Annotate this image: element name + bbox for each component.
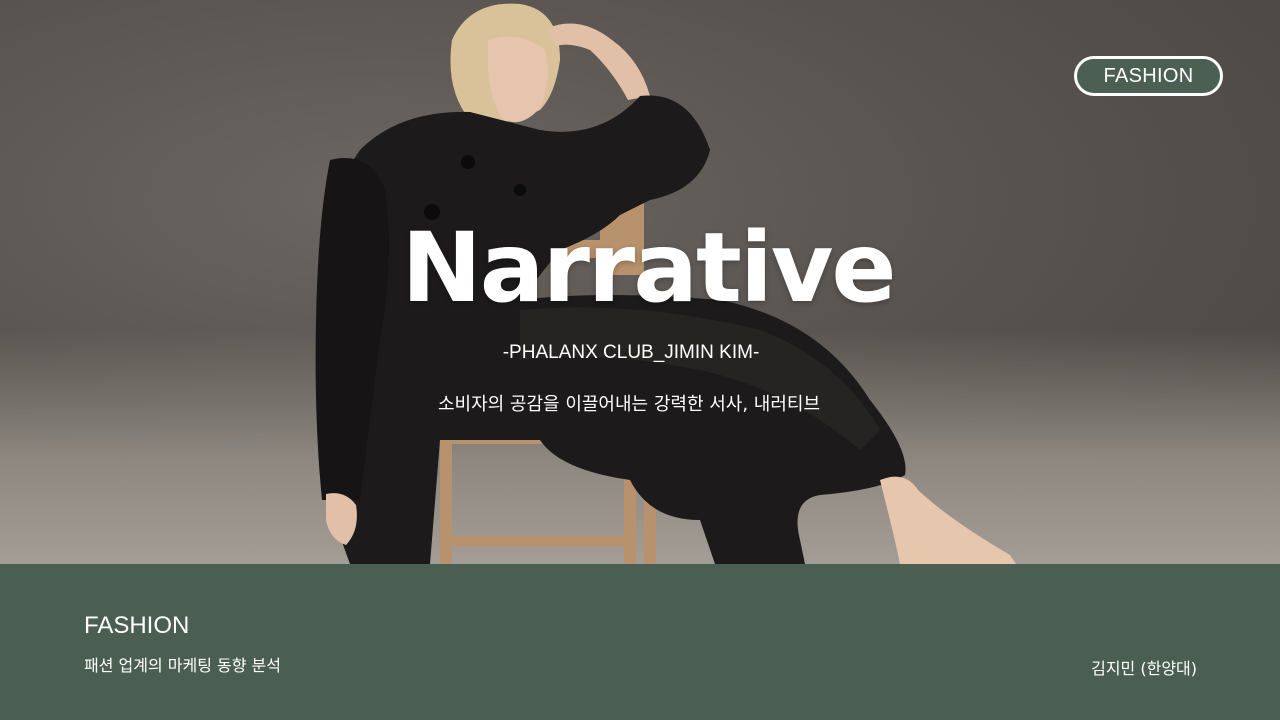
footer-category: FASHION [84,612,190,639]
footer-description: 패션 업계의 마케팅 동향 분석 [84,656,281,675]
footer-author: 김지민 (한양대) [1091,659,1197,678]
fashion-badge: FASHION [1074,56,1223,96]
slide-title: Narrative [401,212,896,324]
hero-section: FASHION Narrative -PHALANX CLUB_JIMIN KI… [0,0,1280,564]
slide-subtitle: -PHALANX CLUB_JIMIN KIM- [502,342,760,363]
slide-tagline: 소비자의 공감을 이끌어내는 강력한 서사, 내러티브 [437,394,821,415]
footer-band: FASHION 패션 업계의 마케팅 동향 분석 김지민 (한양대) [0,564,1280,720]
